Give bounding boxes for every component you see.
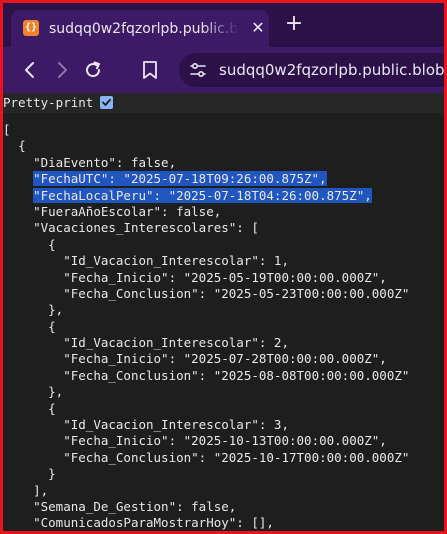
json-line: "Fecha_Inicio": "2025-10-13T00:00:00.000… bbox=[3, 433, 409, 449]
json-line: "FueraAñoEscolar": false, bbox=[3, 204, 409, 220]
new-tab-button[interactable]: + bbox=[283, 13, 305, 36]
json-line-text: "Semana_De_Gestion": false, bbox=[33, 498, 237, 514]
pretty-print-bar: Pretty-print bbox=[3, 93, 444, 113]
json-line-text: "ComunicadosParaMostrarHoy": [], bbox=[33, 515, 274, 531]
json-line: "ComunicadosParaMostrarHoy": [], bbox=[3, 515, 409, 531]
json-line: ], bbox=[3, 483, 409, 499]
browser-window: {} sudqq0w2fqzorlpb.public.blob.ve ✕ + bbox=[0, 0, 447, 534]
json-line: "Fecha_Conclusion": "2025-08-08T00:00:00… bbox=[3, 368, 409, 384]
json-line: "Id_Vacacion_Interescolar": 1, bbox=[3, 253, 409, 269]
json-line-text: "Fecha_Inicio": "2025-05-19T00:00:00.000… bbox=[63, 269, 387, 285]
json-line-text: "DiaEvento": false, bbox=[33, 154, 177, 170]
bookmark-icon bbox=[143, 61, 157, 79]
json-line-text: "Vacaciones_Interescolares": [ bbox=[33, 220, 259, 236]
json-line-text: ], bbox=[33, 482, 49, 498]
chevron-left-icon bbox=[25, 62, 34, 78]
json-line: { bbox=[3, 319, 409, 335]
reload-button[interactable] bbox=[82, 59, 104, 81]
json-line: "Semana_De_Gestion": false, bbox=[3, 499, 409, 515]
check-icon bbox=[102, 98, 111, 106]
json-line: "DiaEvento": false, bbox=[3, 155, 409, 171]
json-line-text: "FueraAñoEscolar": false, bbox=[33, 203, 222, 219]
back-button[interactable] bbox=[19, 59, 41, 81]
chevron-right-icon bbox=[58, 62, 67, 78]
json-line-text: { bbox=[48, 400, 56, 416]
pretty-print-checkbox[interactable] bbox=[100, 96, 113, 109]
json-line: "Id_Vacacion_Interescolar": 3, bbox=[3, 417, 409, 433]
json-line: "Vacaciones_Interescolares": [ bbox=[3, 220, 409, 236]
json-line-text: }, bbox=[48, 384, 64, 400]
json-line: "Fecha_Conclusion": "2025-05-23T00:00:00… bbox=[3, 286, 409, 302]
json-line: { bbox=[3, 237, 409, 253]
json-text[interactable]: [ { "DiaEvento": false, "FechaUTC": "202… bbox=[3, 122, 409, 531]
json-line: "FechaUTC": "2025-07-18T09:26:00.875Z", bbox=[3, 171, 409, 187]
site-settings-button[interactable] bbox=[189, 61, 207, 79]
json-line: "Fecha_Inicio": "2025-07-28T00:00:00.000… bbox=[3, 351, 409, 367]
json-line-text: "Fecha_Conclusion": "2025-08-08T00:00:00… bbox=[63, 367, 410, 383]
close-tab-icon[interactable]: ✕ bbox=[249, 19, 267, 37]
json-line-text: "Fecha_Conclusion": "2025-10-17T00:00:00… bbox=[63, 449, 410, 465]
json-line-text: }, bbox=[48, 302, 64, 318]
json-line: [ bbox=[3, 122, 409, 138]
forward-button[interactable] bbox=[51, 59, 73, 81]
json-file-icon: {} bbox=[23, 20, 39, 36]
tab-active[interactable]: {} sudqq0w2fqzorlpb.public.blob.ve ✕ bbox=[11, 10, 269, 47]
reload-icon bbox=[86, 61, 101, 78]
json-line: { bbox=[3, 401, 409, 417]
json-line-text: "FechaLocalPeru": "2025-07-18T04:26:00.8… bbox=[33, 187, 372, 203]
pretty-print-label: Pretty-print bbox=[3, 95, 94, 110]
json-line-text: "Id_Vacacion_Interescolar": 2, bbox=[63, 335, 289, 351]
tab-strip: {} sudqq0w2fqzorlpb.public.blob.ve ✕ + bbox=[3, 3, 444, 47]
browser-toolbar: sudqq0w2fqzorlpb.public.blob.ver bbox=[3, 47, 444, 93]
json-line: }, bbox=[3, 384, 409, 400]
json-line-text: "Fecha_Inicio": "2025-07-28T00:00:00.000… bbox=[63, 351, 387, 367]
json-line-text: } bbox=[48, 466, 56, 482]
json-line-text: { bbox=[48, 236, 56, 252]
address-bar[interactable]: sudqq0w2fqzorlpb.public.blob.ver bbox=[179, 53, 444, 87]
json-line-text: "Id_Vacacion_Interescolar": 3, bbox=[63, 417, 289, 433]
json-line-text: "Fecha_Inicio": "2025-10-13T00:00:00.000… bbox=[63, 433, 387, 449]
json-line: "Fecha_Conclusion": "2025-10-17T00:00:00… bbox=[3, 450, 409, 466]
json-line-text: "Id_Vacacion_Interescolar": 1, bbox=[63, 253, 289, 269]
json-line: "Fecha_Inicio": "2025-05-19T00:00:00.000… bbox=[3, 270, 409, 286]
json-line: { bbox=[3, 138, 409, 154]
tune-icon bbox=[190, 62, 206, 78]
json-line-text: [ bbox=[3, 122, 11, 137]
json-line: "Id_Vacacion_Interescolar": 2, bbox=[3, 335, 409, 351]
url-text[interactable]: sudqq0w2fqzorlpb.public.blob.ver bbox=[219, 60, 444, 80]
json-line: "FechaLocalPeru": "2025-07-18T04:26:00.8… bbox=[3, 187, 409, 204]
json-line-text: { bbox=[48, 318, 56, 334]
tab-title: sudqq0w2fqzorlpb.public.blob.ve bbox=[49, 21, 239, 37]
json-line-text: "Fecha_Conclusion": "2025-05-23T00:00:00… bbox=[63, 285, 410, 301]
bookmark-button[interactable] bbox=[141, 60, 159, 80]
json-line-text: "FechaUTC": "2025-07-18T09:26:00.875Z", bbox=[33, 171, 327, 187]
json-line-text: { bbox=[18, 138, 26, 154]
json-line: }, bbox=[3, 302, 409, 318]
json-line: } bbox=[3, 466, 409, 482]
json-viewer: Pretty-print [ { "DiaEvento": false, "Fe… bbox=[3, 93, 444, 531]
